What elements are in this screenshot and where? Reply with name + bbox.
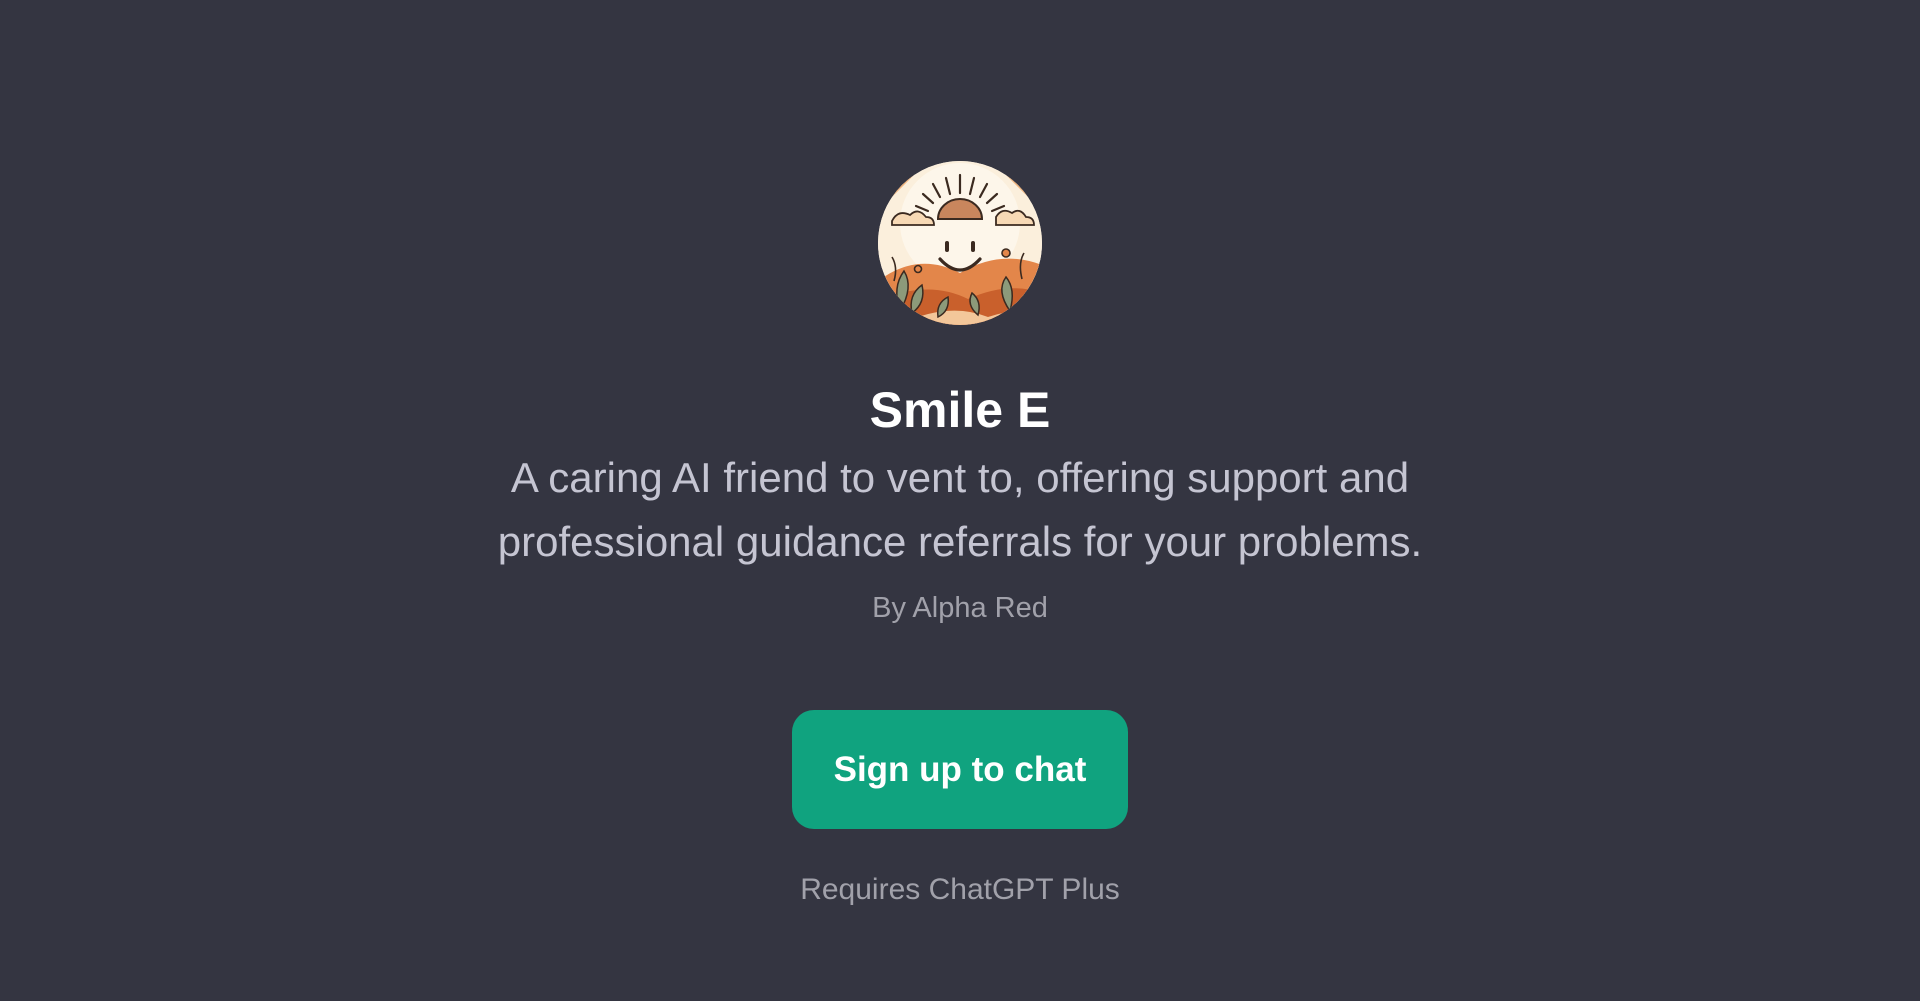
smiling-sun-icon [878,161,1042,325]
gpt-title: Smile E [869,382,1051,438]
gpt-description: A caring AI friend to vent to, offering … [497,454,1423,565]
sign-up-to-chat-button[interactable]: Sign up to chat [792,710,1128,829]
gpt-author: By Alpha Red [872,592,1048,624]
plan-requirement-note: Requires ChatGPT Plus [800,873,1120,906]
gpt-avatar [878,161,1042,325]
gpt-landing-page: Smile E A caring AI friend to vent to, o… [0,0,1920,1001]
